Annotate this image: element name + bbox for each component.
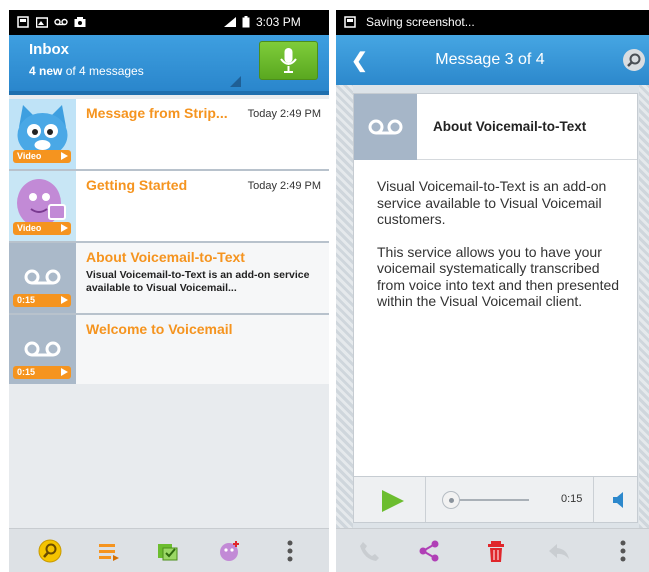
message-title: Welcome to Voicemail — [86, 321, 233, 337]
inbox-subtitle: 4 new of 4 messages — [29, 64, 144, 78]
playback-duration: 0:15 — [561, 493, 583, 505]
message-count: of 4 messages — [62, 64, 144, 78]
detail-bottom-bar — [336, 528, 649, 572]
message-row-strip[interactable]: Video Message from Strip... Today 2:49 P… — [9, 99, 329, 171]
message-title: About Voicemail-to-Text — [86, 249, 245, 265]
new-count: 4 new — [29, 64, 63, 78]
screenshot-icon — [344, 16, 356, 28]
inbox-title: Inbox — [29, 41, 69, 58]
voicemail-icon — [368, 119, 403, 135]
signal-icon — [224, 17, 236, 27]
call-icon[interactable] — [356, 538, 382, 564]
microphone-icon — [280, 48, 297, 73]
duration-badge: 0:15 — [13, 294, 71, 307]
voicemail-thumbnail: 0:15 — [9, 315, 76, 385]
message-time: Today 2:49 PM — [247, 108, 321, 120]
message-list: Video Message from Strip... Today 2:49 P… — [9, 99, 329, 387]
reply-icon[interactable] — [546, 538, 572, 564]
empty-list-area — [9, 384, 329, 528]
playback-slider-handle[interactable] — [442, 491, 460, 509]
add-contact-icon[interactable] — [217, 538, 243, 564]
duration-badge: 0:15 — [13, 366, 71, 379]
hatch-border-left — [336, 85, 353, 528]
search-icon — [627, 53, 641, 67]
gallery-icon — [36, 17, 48, 28]
message-position-title: Message 3 of 4 — [435, 51, 545, 68]
list-icon[interactable] — [95, 538, 121, 564]
hatch-border-right — [639, 85, 649, 528]
audio-player: 0:15 — [353, 476, 638, 523]
more-icon[interactable] — [284, 538, 296, 564]
message-row-getting-started[interactable]: Video Getting Started Today 2:49 PM — [9, 171, 329, 243]
video-thumbnail: Video — [9, 99, 76, 169]
play-triangle-icon — [61, 152, 68, 160]
video-badge: Video — [13, 150, 71, 163]
message-row-welcome[interactable]: 0:15 Welcome to Voicemail — [9, 315, 329, 387]
video-thumbnail: Video — [9, 171, 76, 241]
header-corner-decoration — [230, 76, 241, 87]
delete-icon[interactable] — [483, 538, 509, 564]
message-card: About Voicemail-to-Text Visual Voicemail… — [353, 93, 638, 523]
voicemail-thumbnail — [354, 94, 417, 160]
voicemail-icon — [24, 269, 61, 285]
detail-header: ❮ Message 3 of 4 — [336, 35, 649, 85]
message-title: Message from Strip... — [86, 105, 228, 121]
message-card-header: About Voicemail-to-Text — [354, 94, 637, 160]
record-greeting-button[interactable] — [259, 41, 318, 80]
select-all-icon[interactable] — [155, 538, 181, 564]
transcription-paragraph: This service allows you to have your voi… — [377, 243, 620, 310]
more-icon[interactable] — [617, 538, 629, 564]
camera-icon — [74, 17, 86, 27]
voicemail-status-icon — [54, 18, 68, 26]
message-time: Today 2:49 PM — [247, 180, 321, 192]
search-icon[interactable] — [37, 538, 63, 564]
play-icon[interactable] — [382, 490, 404, 512]
search-button[interactable] — [623, 49, 645, 71]
inbox-screen: 3:03 PM Inbox 4 new of 4 messages Video … — [9, 10, 329, 572]
screenshot-icon — [17, 16, 29, 28]
playback-slider-track[interactable] — [449, 499, 529, 501]
voicemail-thumbnail: 0:15 — [9, 243, 76, 313]
play-triangle-icon — [61, 368, 68, 376]
message-preview: Visual Voicemail-to-Text is an add-on se… — [86, 269, 310, 294]
speaker-icon[interactable] — [611, 490, 627, 510]
message-title: About Voicemail-to-Text — [433, 119, 587, 134]
divider — [425, 477, 426, 522]
voicemail-icon — [24, 341, 61, 357]
inbox-header: Inbox 4 new of 4 messages — [9, 35, 329, 95]
message-title: Getting Started — [86, 177, 188, 193]
play-triangle-icon — [61, 296, 68, 304]
message-detail-screen: Saving screenshot... ❮ Message 3 of 4 Ab… — [336, 10, 649, 572]
message-row-voicemail-to-text[interactable]: 0:15 About Voicemail-to-Text Visual Voic… — [9, 243, 329, 315]
divider — [593, 477, 594, 522]
status-notification: Saving screenshot... — [366, 15, 475, 29]
status-time: 3:03 PM — [256, 15, 301, 29]
play-triangle-icon — [61, 224, 68, 232]
inbox-bottom-bar — [9, 528, 329, 572]
transcription-text: Visual Voicemail-to-Text is an add-on se… — [377, 178, 621, 326]
status-bar: 3:03 PM — [9, 10, 329, 35]
transcription-paragraph: Visual Voicemail-to-Text is an add-on se… — [377, 178, 607, 227]
battery-icon — [242, 16, 250, 28]
share-icon[interactable] — [416, 538, 442, 564]
status-bar: Saving screenshot... — [336, 10, 649, 35]
video-badge: Video — [13, 222, 71, 235]
